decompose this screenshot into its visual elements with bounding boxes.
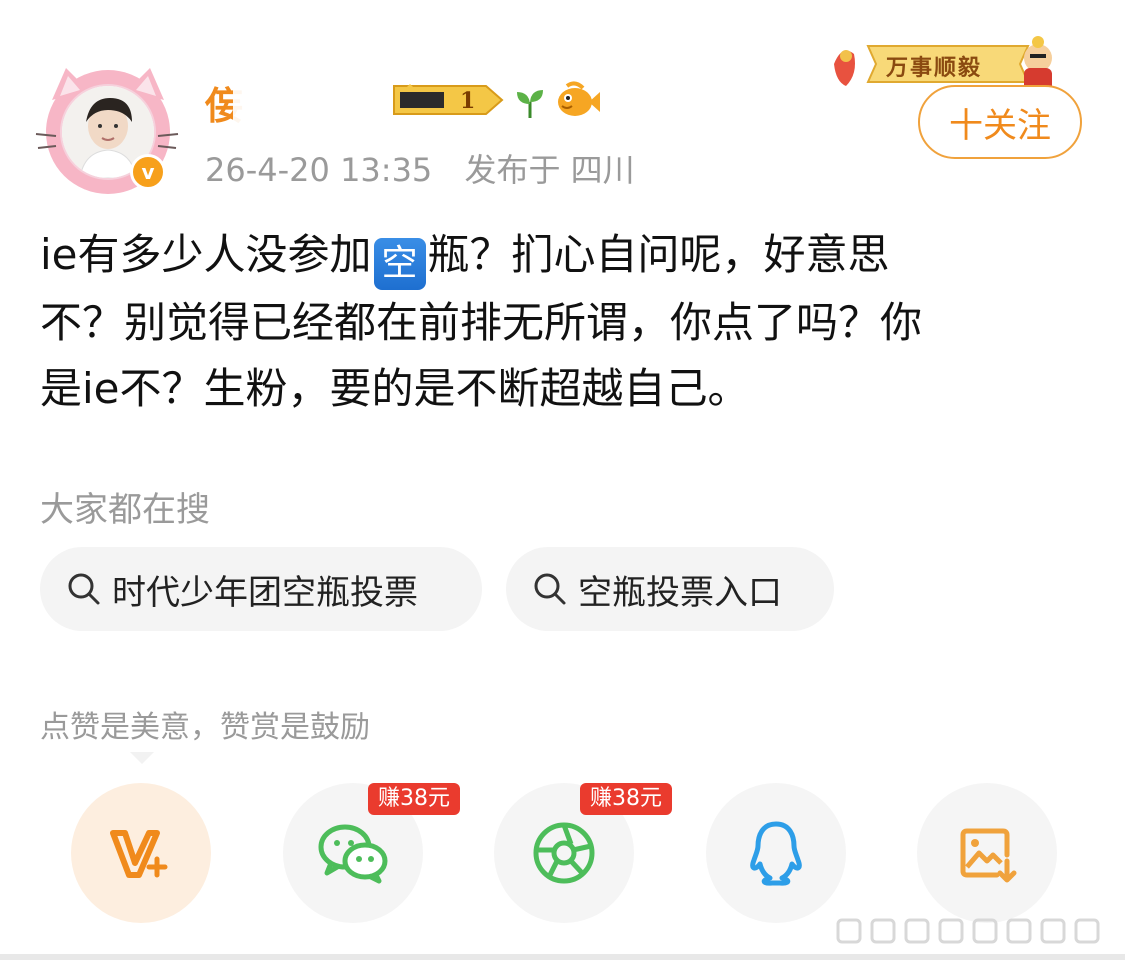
post-line-1: ie有多少人没参加空瓶？扪心自问呢，好意思 (40, 222, 1080, 290)
earn-tag: 赚38元 (368, 783, 460, 815)
avatar[interactable]: v (30, 50, 180, 200)
trending-chip-label: 空瓶投票入口 (578, 572, 782, 613)
qq-icon (750, 821, 802, 886)
trending-chip-label: 时代少年团空瓶投票 (112, 572, 418, 613)
wechat-icon (318, 824, 388, 884)
post-line-3: 是ie不？生粉，要的是不断超越自己。 (40, 364, 750, 413)
search-icon (66, 571, 102, 607)
post-time: 26-4-20 13:35 (205, 151, 433, 189)
follow-button[interactable]: 十关注 (918, 85, 1082, 159)
post-location: 发布于 四川 (464, 151, 635, 189)
trending-title: 大家都在搜 (40, 490, 210, 530)
search-icon (532, 571, 568, 607)
post-meta: 26-4-20 13:35 发布于 四川 (205, 145, 657, 191)
reward-hint-arrow (130, 752, 154, 764)
post-line-2: 不？别觉得已经都在前排无所谓，你点了吗？你 (40, 298, 923, 347)
post-body: ie有多少人没参加空瓶？扪心自问呢，好意思 不？别觉得已经都在前排无所谓，你点了… (40, 222, 1080, 422)
reward-hint: 点赞是美意，赞赏是鼓励 (40, 710, 370, 745)
level-badge-icon: 1 (393, 84, 504, 115)
fish-icon (558, 81, 600, 116)
share-qq-button[interactable] (706, 783, 846, 923)
vplus-reward-button[interactable] (71, 783, 211, 923)
svg-text:1: 1 (460, 88, 475, 114)
vplus-icon (110, 830, 168, 878)
earn-tag: 赚38元 (580, 783, 672, 815)
trending-chip[interactable]: 时代少年团空瓶投票 (40, 547, 482, 631)
verified-badge-icon: v (130, 154, 166, 190)
banner-text: 万事顺毅 (886, 55, 983, 81)
save-image-icon (960, 828, 1017, 883)
bottom-divider (0, 954, 1125, 960)
trending-chip[interactable]: 空瓶投票入口 (506, 547, 834, 631)
username-blur (233, 74, 383, 124)
post-text: ie有多少人没参加 (40, 230, 372, 279)
post-text: 瓶？扪心自问呢，好意思 (427, 230, 890, 279)
sprout-icon (517, 90, 543, 118)
username-row: 侫 1 (205, 72, 600, 132)
watermark (836, 918, 1100, 944)
save-image-button[interactable] (917, 783, 1057, 923)
moments-icon (533, 822, 595, 884)
emoji-kong-icon: 空 (373, 238, 426, 290)
